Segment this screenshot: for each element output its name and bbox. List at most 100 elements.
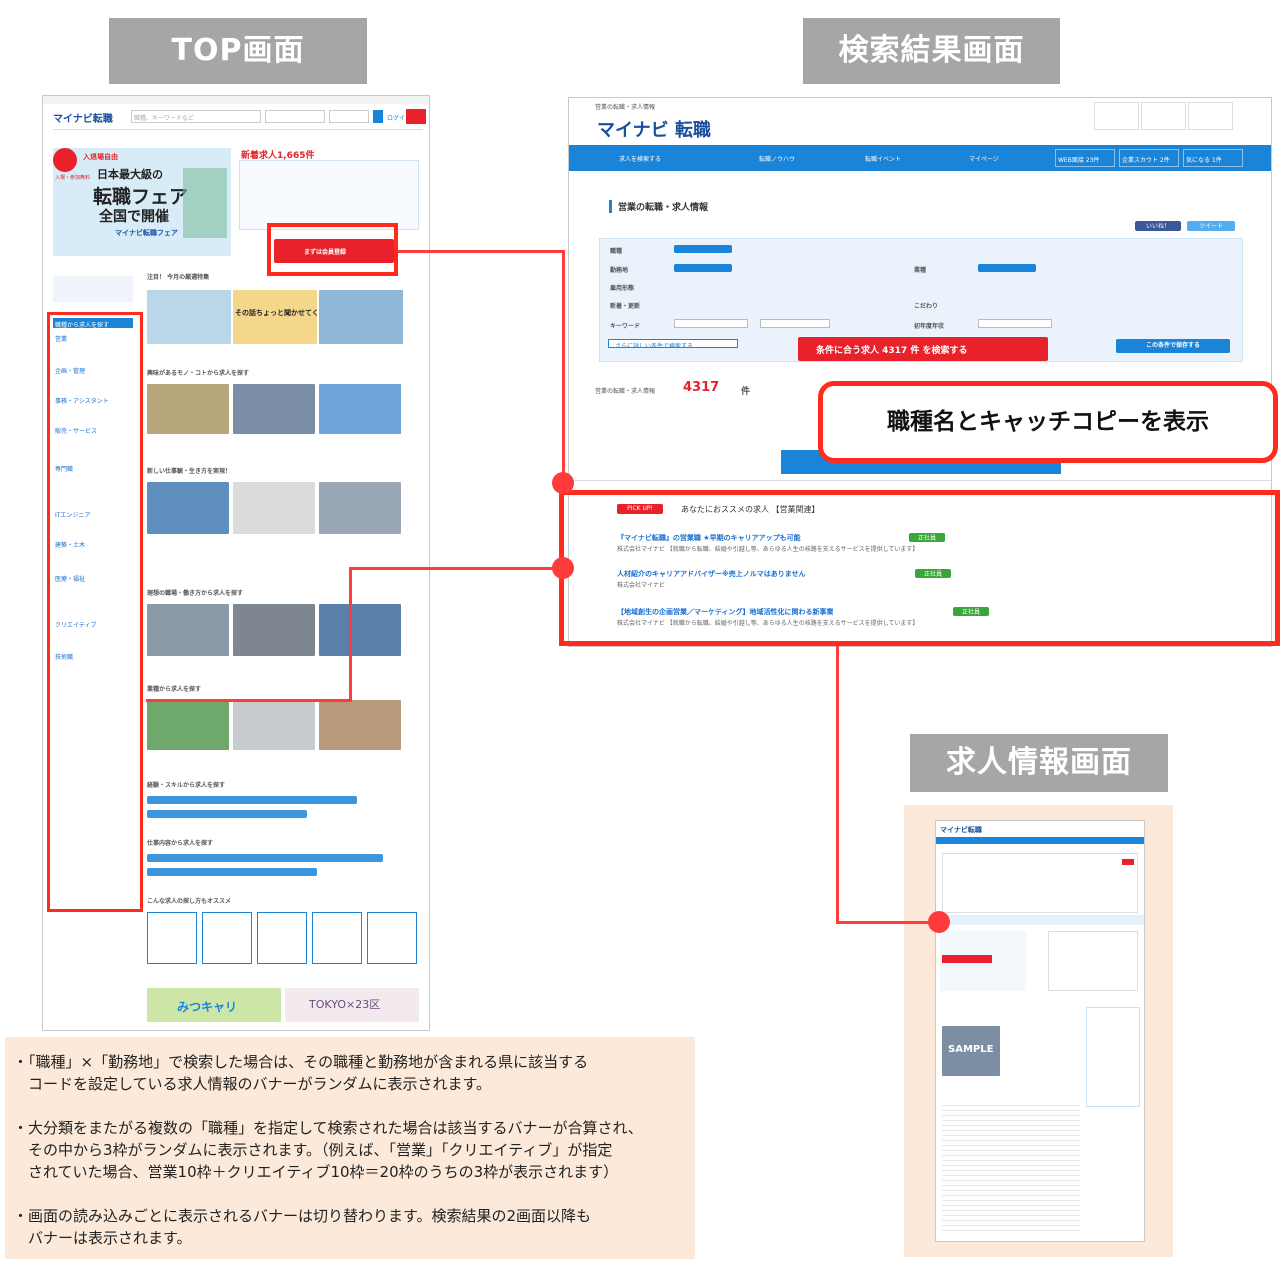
things-photo-2[interactable]: [233, 384, 315, 434]
search-breadcrumb[interactable]: 営業の転職・求人情報: [595, 102, 655, 111]
industry-photo-3[interactable]: [319, 700, 401, 750]
section-industry: 業種から求人を探す: [147, 686, 202, 693]
city-illustration: [183, 168, 227, 238]
connector-sidebar-h2: [146, 699, 352, 702]
connector-register-v: [562, 250, 565, 482]
search-submit-button[interactable]: 条件に合う求人 4317 件 を検索する: [798, 337, 1048, 361]
ideal-photo-1[interactable]: [147, 604, 229, 656]
note-1: ・「職種」×「勤務地」で検索した場合は、その職種と勤務地が含まれる県に該当する …: [13, 1053, 589, 1093]
page-title: 営業の転職・求人情報: [609, 200, 708, 213]
fair-title-1: 日本最大級の: [97, 168, 163, 181]
search-submit-label: 条件に合う求人 4317 件 を検索する: [816, 346, 968, 356]
sample-photo: SAMPLE: [942, 1026, 1000, 1076]
howto-icon-1[interactable]: [147, 912, 197, 964]
nav-search-jobs[interactable]: 求人を検索する: [619, 154, 661, 163]
job-detail-screen-label: 求人情報画面: [910, 734, 1168, 792]
detail-sidebar: [1086, 1007, 1140, 1107]
tweet-button[interactable]: ツイート: [1187, 221, 1235, 231]
nav-mypage[interactable]: マイページ: [969, 154, 999, 163]
top-search-input[interactable]: 職種、キーワードなど: [131, 110, 261, 123]
nav-web-interview[interactable]: WEB面接 23件: [1055, 149, 1115, 167]
section-skill: 経験・スキルから求人を探す: [147, 782, 226, 789]
detail-logo[interactable]: マイナビ転職: [940, 825, 982, 835]
mitsucari-banner[interactable]: みつキャリ: [147, 988, 281, 1022]
keyword-select[interactable]: [674, 319, 748, 328]
connector-dot-3: [928, 911, 950, 933]
callout-job-title-catchcopy: 職種名とキャッチコピーを表示: [818, 381, 1278, 463]
more-conditions-link[interactable]: さらに詳しい条件で検索する: [608, 339, 738, 348]
nav-scout[interactable]: 企業スカウト 2件: [1119, 149, 1179, 167]
industry-photo-1[interactable]: [147, 700, 229, 750]
top-keyword-input[interactable]: [329, 110, 369, 123]
feature-photo-3[interactable]: [319, 290, 403, 344]
search-logo[interactable]: マイナビ 転職: [597, 116, 711, 142]
top-search-icon[interactable]: [373, 110, 383, 123]
keyword-input[interactable]: [760, 319, 830, 328]
search-result-screen-label: 検索結果画面: [803, 18, 1060, 84]
detail-tab-bar[interactable]: [936, 915, 1144, 925]
connector-register-h: [398, 250, 564, 253]
industry-photo-2[interactable]: [233, 700, 315, 750]
detail-header-box: [942, 853, 1138, 913]
sidebar-info: [53, 276, 133, 302]
top-register-icon[interactable]: [406, 109, 426, 124]
things-photo-1[interactable]: [147, 384, 229, 434]
detail-apply-button[interactable]: [942, 955, 992, 963]
howto-icons[interactable]: [147, 912, 419, 966]
menu-icon[interactable]: [1188, 102, 1233, 130]
howto-icon-4[interactable]: [312, 912, 362, 964]
add-job-button[interactable]: [674, 245, 732, 253]
logout-icon[interactable]: [1094, 102, 1139, 130]
section-howto: こんな求人の探し方もオススメ: [147, 898, 232, 905]
content-tags[interactable]: [147, 854, 383, 862]
save-condition-button[interactable]: この条件で保存する: [1116, 339, 1230, 353]
news-box: [239, 160, 419, 230]
fair-banner[interactable]: 入退場自由 入場・参加無料 日本最大級の 転職フェア 全国で開催 マイナビ転職フ…: [53, 148, 231, 256]
salary-select[interactable]: [978, 319, 1052, 328]
section-ideal: 理想の職場・働き方から求人を探す: [147, 590, 244, 597]
things-photo-3[interactable]: [319, 384, 401, 434]
howto-icon-5[interactable]: [367, 912, 417, 964]
register-highlight-box: [267, 223, 398, 276]
ideal-photo-2[interactable]: [233, 604, 315, 656]
fair-badge-1: 入退場自由: [83, 153, 118, 161]
nav-events[interactable]: 転職イベント: [865, 154, 901, 163]
job-detail-screenshot: マイナビ転職 SAMPLE: [935, 820, 1145, 1242]
top-logo[interactable]: マイナビ転職: [53, 110, 113, 125]
like-button[interactable]: いいね！: [1135, 221, 1181, 231]
nav-favorites[interactable]: 気になる 1件: [1183, 149, 1243, 167]
howto-icon-3[interactable]: [257, 912, 307, 964]
feature-photo-1[interactable]: [147, 290, 231, 344]
result-unit: 件: [741, 387, 751, 397]
top-screen-label: TOP画面: [109, 18, 367, 84]
note-2: ・大分類をまたがる複数の「職種」を指定して検索された場合は該当するバナーが合算さ…: [13, 1119, 643, 1181]
work-photo-3[interactable]: [319, 482, 401, 534]
add-location-button[interactable]: [674, 264, 732, 272]
filter-industry: 業種: [914, 267, 927, 274]
feature-photo-2[interactable]: その話ちょっと聞かせてください！: [233, 290, 347, 344]
result-count: 4317: [683, 380, 720, 395]
tokyo-banner[interactable]: TOKYO×23区: [285, 988, 419, 1022]
skill-tags-row2[interactable]: [147, 810, 307, 818]
connector-dot-1: [552, 472, 574, 494]
filter-row-employment: 雇用形態: [610, 285, 635, 292]
note-3: ・画面の読み込みごとに表示されるバナーは切り替わります。検索結果の2画面以降も …: [13, 1207, 592, 1247]
work-photo-2[interactable]: [233, 482, 315, 534]
detail-side-box: [1048, 931, 1138, 991]
top-area-select[interactable]: [265, 110, 325, 123]
howto-icon-2[interactable]: [202, 912, 252, 964]
skill-tags[interactable]: [147, 796, 357, 804]
feature-heading: 注目！ 今月の厳選特集: [147, 274, 210, 281]
filter-row-keyword: キーワード: [610, 323, 641, 330]
ideal-photo-3[interactable]: [319, 604, 401, 656]
section-content: 仕事内容から求人を探す: [147, 840, 214, 847]
divider: [569, 480, 1271, 481]
nav-knowhow[interactable]: 転職ノウハウ: [759, 154, 795, 163]
sample-watermark: SAMPLE: [948, 1044, 994, 1055]
work-photo-1[interactable]: [147, 482, 229, 534]
annotated-spec-diagram: TOP画面 検索結果画面 求人情報画面 マイナビ転職 職種、キーワードなど ログ…: [0, 0, 1284, 1266]
bell-icon[interactable]: [1141, 102, 1186, 130]
fair-badge-icon: [53, 148, 77, 172]
content-tags-row2[interactable]: [147, 868, 317, 876]
add-industry-button[interactable]: [978, 264, 1036, 272]
